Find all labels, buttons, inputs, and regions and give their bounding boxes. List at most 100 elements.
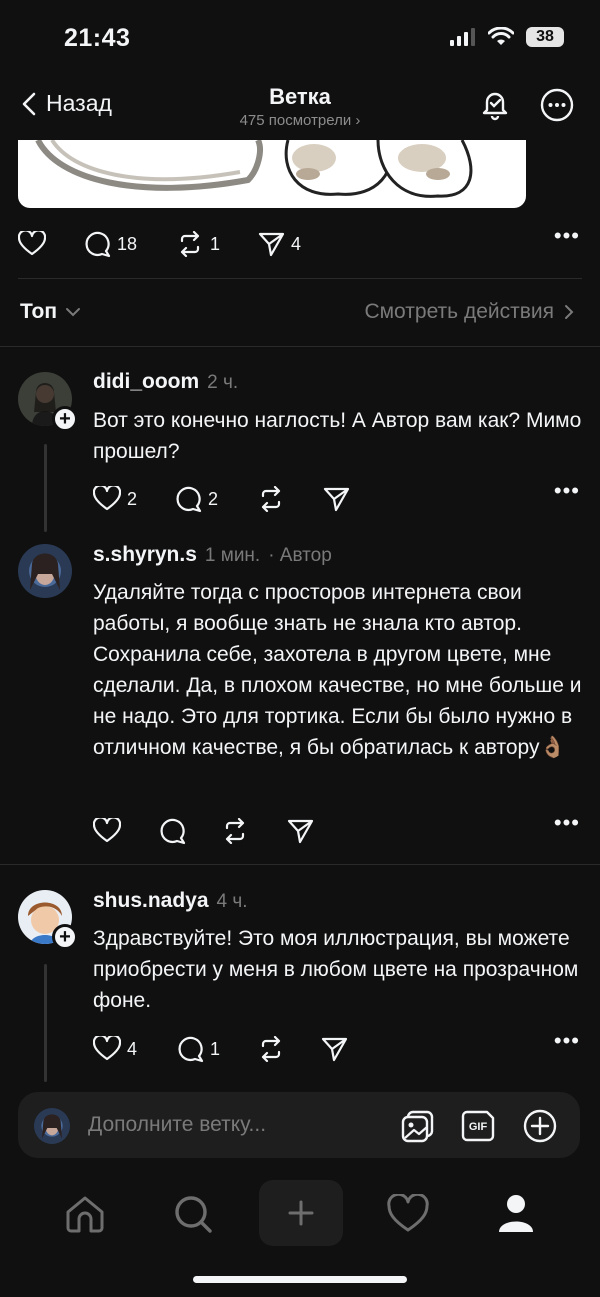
send-icon — [321, 1037, 348, 1062]
composer-input[interactable]: Дополните ветку... — [88, 1113, 266, 1137]
divider — [0, 346, 600, 347]
reply-button[interactable]: 1 — [177, 1036, 220, 1063]
like-button[interactable]: 2 — [93, 486, 137, 512]
like-count: 2 — [127, 488, 138, 509]
gallery-icon[interactable] — [400, 1108, 436, 1144]
reply-header: shus.nadya 4 ч. — [93, 889, 248, 913]
reply-button[interactable] — [159, 818, 186, 845]
share-button[interactable] — [323, 486, 350, 512]
repost-button[interactable] — [257, 486, 285, 512]
more-dots-icon[interactable]: ••• — [554, 810, 580, 836]
sort-label: Топ — [20, 300, 58, 323]
repost-icon — [261, 486, 281, 512]
more-dots-icon[interactable]: ••• — [554, 478, 580, 504]
thread-line — [44, 444, 47, 532]
username[interactable]: shus.nadya — [93, 889, 209, 913]
divider — [0, 864, 600, 865]
post-image[interactable] — [18, 140, 526, 208]
search-icon[interactable] — [172, 1194, 214, 1234]
repost-button[interactable]: 1 — [176, 231, 220, 257]
svg-text:GIF: GIF — [469, 1121, 488, 1133]
like-button[interactable] — [18, 231, 46, 257]
comment-icon — [160, 818, 186, 844]
share-button[interactable] — [321, 1036, 348, 1062]
add-circle-icon[interactable] — [522, 1108, 558, 1144]
divider — [18, 278, 582, 279]
username[interactable]: s.shyryn.s — [93, 543, 197, 567]
illustration-image — [35, 140, 473, 198]
repost-count: 1 — [210, 233, 221, 254]
reply-text: Удаляйте тогда с просторов интернета сво… — [93, 581, 582, 759]
heart-icon — [18, 231, 46, 256]
timestamp: 2 ч. — [207, 372, 239, 393]
comment-icon — [176, 486, 202, 512]
home-indicator — [193, 1276, 407, 1283]
author-badge: · Автор — [268, 545, 332, 566]
more-dots-icon[interactable]: ••• — [554, 1028, 580, 1054]
sort-row: Топ Смотреть действия — [20, 300, 574, 324]
heart-icon — [93, 818, 121, 843]
heart-icon — [93, 486, 121, 511]
reply-header: s.shyryn.s 1 мин. · Автор — [93, 543, 332, 567]
reply-actions: 2 2 ••• — [93, 478, 588, 514]
home-icon[interactable] — [64, 1194, 106, 1234]
view-activity-link[interactable]: Смотреть действия — [364, 300, 574, 324]
new-post-button[interactable] — [259, 1180, 343, 1246]
comment-icon — [178, 1036, 204, 1062]
reply-composer[interactable]: Дополните ветку... GIF — [18, 1092, 580, 1158]
reply-header: didi_ooom 2 ч. — [93, 370, 238, 394]
repost-icon — [180, 231, 200, 257]
wifi-icon — [488, 27, 514, 45]
signal-icon — [450, 28, 475, 46]
reply-count: 18 — [117, 233, 138, 254]
reply-text: Здравствуйте! Это моя иллюстрация, вы мо… — [93, 927, 579, 1012]
reply-count: 1 — [210, 1038, 221, 1059]
bell-check-icon[interactable] — [478, 88, 512, 122]
repost-button[interactable] — [221, 818, 249, 844]
avatar[interactable] — [18, 544, 72, 598]
timestamp: 4 ч. — [216, 891, 248, 912]
main-post-actions: 18 1 4 ••• — [18, 223, 588, 259]
username[interactable]: didi_ooom — [93, 370, 199, 394]
reply-text: Вот это конечно наглость! А Автор вам ка… — [93, 409, 582, 463]
like-button[interactable] — [93, 818, 121, 844]
timestamp: 1 мин. — [204, 545, 261, 566]
reply-button[interactable]: 2 — [175, 486, 218, 513]
share-count: 4 — [291, 233, 302, 254]
comment-icon — [85, 231, 111, 257]
reply-button[interactable]: 18 — [84, 231, 137, 258]
profile-icon[interactable] — [495, 1192, 537, 1234]
views-count: 475 посмотрели — [239, 112, 352, 129]
gif-icon[interactable]: GIF — [461, 1108, 497, 1144]
more-options-icon[interactable] — [540, 88, 574, 122]
reply-actions: ••• — [93, 810, 588, 846]
plus-icon — [288, 1200, 314, 1226]
composer-avatar — [34, 1108, 70, 1144]
repost-icon — [225, 818, 245, 844]
chevron-right-icon — [565, 305, 574, 319]
thread-line — [44, 964, 47, 1082]
send-icon — [287, 819, 314, 844]
chevron-right-icon: › — [355, 112, 361, 129]
more-dots-icon[interactable]: ••• — [554, 223, 580, 249]
status-time: 21:43 — [64, 24, 131, 52]
send-icon — [258, 232, 285, 257]
heart-icon — [93, 1036, 121, 1061]
reply-actions: 4 1 ••• — [93, 1028, 588, 1064]
repost-icon — [261, 1036, 281, 1062]
battery-icon: 38 — [526, 27, 564, 47]
view-activity-label: Смотреть действия — [364, 300, 554, 323]
follow-plus-icon[interactable]: + — [52, 406, 78, 432]
like-count: 4 — [127, 1038, 138, 1059]
share-button[interactable]: 4 — [258, 231, 301, 257]
sort-dropdown[interactable]: Топ — [20, 300, 81, 324]
share-button[interactable] — [287, 818, 314, 844]
activity-heart-icon[interactable] — [387, 1194, 429, 1234]
status-icons: 38 — [450, 27, 564, 47]
reply-count: 2 — [208, 488, 219, 509]
like-button[interactable]: 4 — [93, 1036, 137, 1062]
send-icon — [323, 487, 350, 512]
repost-button[interactable] — [257, 1036, 285, 1062]
chevron-down-icon — [66, 308, 81, 317]
follow-plus-icon[interactable]: + — [52, 924, 78, 950]
